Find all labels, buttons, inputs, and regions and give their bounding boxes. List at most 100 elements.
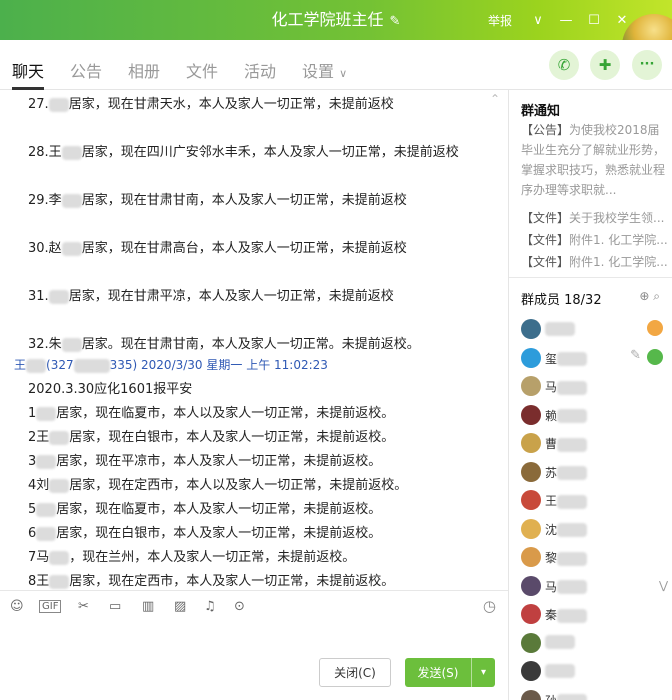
avatar xyxy=(521,689,541,700)
maximize-button[interactable]: ☐ xyxy=(580,13,608,28)
close-chat-button[interactable]: 关闭(C) xyxy=(319,658,391,687)
member-name: 黎 xyxy=(545,549,588,566)
report-link[interactable]: 举报 xyxy=(488,12,512,29)
chat-line: 5 居家，现在临夏市，本人及家人一切正常，未提前返校。 xyxy=(28,502,382,517)
chat-line: 29.李 居家，现在甘肃甘南，本人及家人一切正常，未提前返校 xyxy=(28,193,407,208)
chevron-down-icon[interactable]: ▾ xyxy=(471,658,495,687)
tab-settings[interactable]: 设置 ∨ xyxy=(302,58,347,82)
tab-activity[interactable]: 活动 xyxy=(244,58,276,82)
chat-line: 8王 居家，现在定西市，本人及家人一切正常，未提前返校。 xyxy=(28,574,395,589)
chat-line: 3 居家，现在平凉市，本人及家人一切正常，未提前返校。 xyxy=(28,454,382,469)
member-name: 马 xyxy=(545,578,588,595)
plus-chat-icon[interactable]: ✚ xyxy=(590,50,620,80)
member-item[interactable]: 孙 xyxy=(521,689,669,700)
avatar xyxy=(521,518,541,539)
chat-line: 28.王 居家，现在四川广安邻水丰禾，本人及家人一切正常，未提前返校 xyxy=(28,145,459,160)
member-name: 王 xyxy=(545,492,588,509)
chat-line: 30.赵 居家，现在甘肃高台，本人及家人一切正常，未提前返校 xyxy=(28,241,407,256)
notice-file[interactable]: 【文件】关于我校学生领... xyxy=(521,208,667,228)
notice-title: 群通知 xyxy=(521,104,561,119)
avatar xyxy=(521,490,541,510)
member-item[interactable]: 玺 ✎ xyxy=(521,347,669,372)
member-tools[interactable]: ⊕ ⌕ xyxy=(639,289,660,304)
member-item[interactable]: 王 xyxy=(521,490,669,514)
clock-icon[interactable]: ◷ xyxy=(483,597,496,615)
folder-icon[interactable]: ▭ xyxy=(109,599,121,614)
chevron-down-icon[interactable]: ∨ xyxy=(524,13,552,28)
member-item[interactable]: 秦 xyxy=(521,604,669,628)
emoji-icon[interactable]: ☺ xyxy=(10,599,24,614)
member-item[interactable]: 黎 xyxy=(521,547,669,571)
member-item[interactable]: 苏 xyxy=(521,461,669,486)
avatar xyxy=(521,404,541,425)
chevron-down-icon: ∨ xyxy=(339,67,348,80)
send-button[interactable]: 发送(S) ▾ xyxy=(405,658,495,687)
more-icon[interactable]: ··· xyxy=(632,50,662,80)
members-title: 群成员 18/32 xyxy=(521,293,602,308)
member-name: 马 xyxy=(545,378,588,395)
member-name: 苏 xyxy=(545,464,588,481)
avatar xyxy=(521,319,541,339)
avatar xyxy=(521,632,541,653)
input-toolbar: ☺ GIF ✂ ▭ ▥ ▨ ♫ ⊙ ◷ xyxy=(0,590,508,622)
member-item[interactable]: 赖 xyxy=(521,404,669,429)
tab-chat[interactable]: 聊天 xyxy=(12,58,45,90)
member-name: 赖 xyxy=(545,407,588,424)
avatar xyxy=(521,347,541,368)
window-title: 化工学院班主任 xyxy=(271,10,384,29)
member-item[interactable]: 马 xyxy=(521,376,669,400)
send-label: 发送(S) xyxy=(417,666,459,680)
tab-announcement[interactable]: 公告 xyxy=(70,58,102,82)
message-time: 2020/3/30 星期一 上午 11:02:23 xyxy=(141,358,328,372)
member-item[interactable]: 沈 xyxy=(521,518,669,543)
more-circle-icon[interactable]: ⊙ xyxy=(234,599,245,614)
file-icon[interactable]: ▥ xyxy=(142,599,154,614)
phone-icon[interactable]: ✆ xyxy=(549,50,579,80)
chat-line: 2王 居家，现在白银市，本人及家人一切正常，未提前返校。 xyxy=(28,430,395,445)
chat-line: 2020.3.30应化1601报平安 xyxy=(28,382,193,397)
tab-album[interactable]: 相册 xyxy=(128,58,160,82)
minimize-button[interactable]: — xyxy=(552,13,580,28)
chat-line: 7马 ，现在兰州，本人及家人一切正常，未提前返校。 xyxy=(28,550,356,565)
bell-icon[interactable]: ♫ xyxy=(204,599,216,614)
collapse-icon[interactable]: ⌃ xyxy=(490,92,500,106)
chat-history[interactable]: ⌃ 27. 居家，现在甘肃天水，本人及家人一切正常，未提前返校 28.王 居家，现在… xyxy=(0,90,508,590)
tab-settings-label: 设置 xyxy=(302,62,335,81)
avatar xyxy=(521,661,541,681)
admin-badge-icon xyxy=(647,348,663,365)
avatar xyxy=(521,547,541,567)
avatar xyxy=(521,575,541,596)
member-item[interactable] xyxy=(521,661,669,685)
owner-badge-icon xyxy=(647,320,663,336)
pencil-icon[interactable]: ✎ xyxy=(390,14,401,29)
tab-files[interactable]: 文件 xyxy=(186,58,218,82)
member-item[interactable] xyxy=(521,319,669,343)
chat-line: 27. 居家，现在甘肃天水，本人及家人一切正常，未提前返校 xyxy=(28,97,394,112)
window-controls: 举报 ∨ — ☐ ✕ xyxy=(488,0,636,40)
group-sidebar: 群通知 【公告】为使我校2018届毕业生充分了解就业形势，掌握求职技巧，熟悉就业… xyxy=(508,90,672,700)
chat-line: 31. 居家，现在甘肃平凉，本人及家人一切正常，未提前返校 xyxy=(28,289,394,304)
message-sender[interactable]: 王 (327 335) 2020/3/30 星期一 上午 11:02:23 xyxy=(14,356,328,373)
avatar xyxy=(521,376,541,396)
avatar xyxy=(521,604,541,624)
pencil-icon[interactable]: ✎ xyxy=(630,348,641,363)
avatar xyxy=(521,461,541,482)
member-name: 秦 xyxy=(545,606,588,623)
notice-file[interactable]: 【文件】附件1. 化工学院... xyxy=(521,252,667,272)
scroll-down-icon[interactable]: ⋁ xyxy=(659,579,668,592)
member-name: 孙 xyxy=(545,692,588,700)
chat-line: 6 居家，现在白银市，本人及家人一切正常，未提前返校。 xyxy=(28,526,382,541)
member-item[interactable] xyxy=(521,632,669,657)
image-icon[interactable]: ▨ xyxy=(174,599,186,614)
chat-line: 1 居家，现在临夏市，本人以及家人一切正常，未提前返校。 xyxy=(28,406,395,421)
scissors-icon[interactable]: ✂ xyxy=(78,599,89,614)
gif-icon[interactable]: GIF xyxy=(39,600,62,613)
member-name: 曹 xyxy=(545,435,588,452)
close-button[interactable]: ✕ xyxy=(608,13,636,28)
notice-file[interactable]: 【文件】附件1. 化工学院... xyxy=(521,230,667,250)
chat-line: 32.朱 居家。现在甘肃甘南，本人及家人一切正常。未提前返校。 xyxy=(28,337,420,352)
avatar xyxy=(521,433,541,453)
member-item[interactable]: 马 xyxy=(521,575,669,600)
notice-announcement[interactable]: 【公告】为使我校2018届毕业生充分了解就业形势，掌握求职技巧，熟悉就业程序办理… xyxy=(521,120,667,204)
member-item[interactable]: 曹 xyxy=(521,433,669,457)
